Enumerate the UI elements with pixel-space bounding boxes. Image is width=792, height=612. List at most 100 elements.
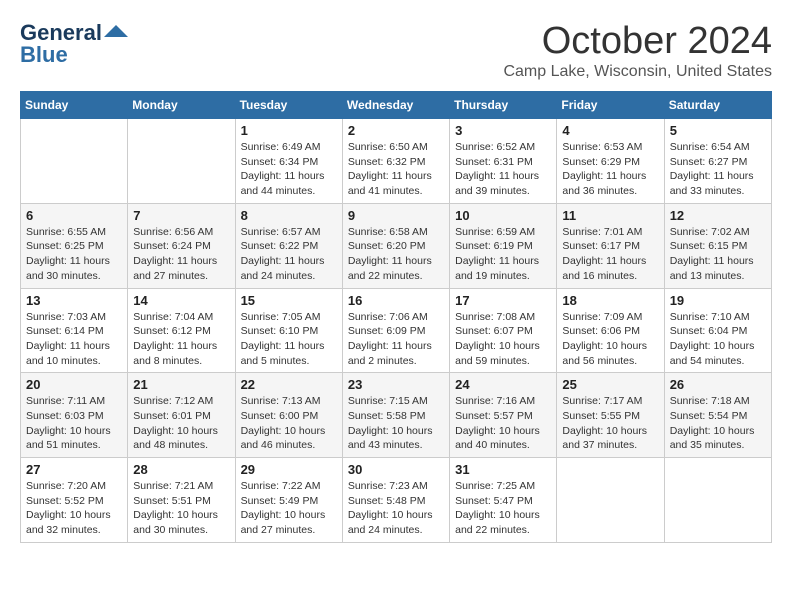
calendar-cell: 20 Sunrise: 7:11 AMSunset: 6:03 PMDayligh… bbox=[21, 373, 128, 458]
title-area: October 2024 Camp Lake, Wisconsin, Unite… bbox=[503, 20, 772, 81]
week-row-5: 27 Sunrise: 7:20 AMSunset: 5:52 PMDayligh… bbox=[21, 458, 772, 543]
calendar-cell: 17Sunrise: 7:08 AMSunset: 6:07 PMDayligh… bbox=[450, 288, 557, 373]
day-number: 18 bbox=[562, 293, 658, 308]
week-row-4: 20 Sunrise: 7:11 AMSunset: 6:03 PMDayligh… bbox=[21, 373, 772, 458]
day-number: 6 bbox=[26, 208, 122, 223]
day-info: Sunrise: 7:21 AMSunset: 5:51 PMDaylight:… bbox=[133, 479, 229, 538]
day-info: Sunrise: 7:23 AMSunset: 5:48 PMDaylight:… bbox=[348, 479, 444, 538]
day-number: 25 bbox=[562, 377, 658, 392]
page-header: General Blue October 2024 Camp Lake, Wis… bbox=[20, 20, 772, 81]
weekday-header-monday: Monday bbox=[128, 92, 235, 119]
calendar-cell: 3 Sunrise: 6:52 AMSunset: 6:31 PMDaylight… bbox=[450, 119, 557, 204]
week-row-1: 1 Sunrise: 6:49 AMSunset: 6:34 PMDaylight… bbox=[21, 119, 772, 204]
month-title: October 2024 bbox=[503, 20, 772, 63]
calendar-cell: 4 Sunrise: 6:53 AMSunset: 6:29 PMDaylight… bbox=[557, 119, 664, 204]
day-info: Sunrise: 6:58 AMSunset: 6:20 PMDaylight:… bbox=[348, 225, 444, 284]
day-info: Sunrise: 7:13 AMSunset: 6:00 PMDaylight:… bbox=[241, 394, 337, 453]
weekday-header-row: SundayMondayTuesdayWednesdayThursdayFrid… bbox=[21, 92, 772, 119]
calendar-cell: 31 Sunrise: 7:25 AMSunset: 5:47 PMDayligh… bbox=[450, 458, 557, 543]
logo-blue: Blue bbox=[20, 42, 68, 68]
day-info: Sunrise: 6:52 AMSunset: 6:31 PMDaylight:… bbox=[455, 140, 551, 199]
logo-arrow-icon bbox=[104, 23, 128, 39]
calendar-cell: 10 Sunrise: 6:59 AMSunset: 6:19 PMDayligh… bbox=[450, 203, 557, 288]
day-info: Sunrise: 7:04 AMSunset: 6:12 PMDaylight:… bbox=[133, 310, 229, 369]
day-number: 4 bbox=[562, 123, 658, 138]
day-info: Sunrise: 7:17 AMSunset: 5:55 PMDaylight:… bbox=[562, 394, 658, 453]
day-info: Sunrise: 7:08 AMSunset: 6:07 PMDaylight:… bbox=[455, 310, 551, 369]
calendar-cell: 13 Sunrise: 7:03 AMSunset: 6:14 PMDayligh… bbox=[21, 288, 128, 373]
day-number: 16 bbox=[348, 293, 444, 308]
day-number: 8 bbox=[241, 208, 337, 223]
day-info: Sunrise: 6:57 AMSunset: 6:22 PMDaylight:… bbox=[241, 225, 337, 284]
weekday-header-sunday: Sunday bbox=[21, 92, 128, 119]
calendar-cell bbox=[128, 119, 235, 204]
day-number: 31 bbox=[455, 462, 551, 477]
day-number: 15 bbox=[241, 293, 337, 308]
day-info: Sunrise: 6:54 AMSunset: 6:27 PMDaylight:… bbox=[670, 140, 766, 199]
day-number: 24 bbox=[455, 377, 551, 392]
day-number: 14 bbox=[133, 293, 229, 308]
day-number: 28 bbox=[133, 462, 229, 477]
day-number: 26 bbox=[670, 377, 766, 392]
day-number: 11 bbox=[562, 208, 658, 223]
day-number: 27 bbox=[26, 462, 122, 477]
location-title: Camp Lake, Wisconsin, United States bbox=[503, 63, 772, 81]
day-info: Sunrise: 6:59 AMSunset: 6:19 PMDaylight:… bbox=[455, 225, 551, 284]
day-number: 12 bbox=[670, 208, 766, 223]
day-number: 13 bbox=[26, 293, 122, 308]
calendar-cell: 18Sunrise: 7:09 AMSunset: 6:06 PMDayligh… bbox=[557, 288, 664, 373]
weekday-header-wednesday: Wednesday bbox=[342, 92, 449, 119]
day-info: Sunrise: 6:56 AMSunset: 6:24 PMDaylight:… bbox=[133, 225, 229, 284]
calendar-cell: 2 Sunrise: 6:50 AMSunset: 6:32 PMDaylight… bbox=[342, 119, 449, 204]
calendar-cell: 12Sunrise: 7:02 AMSunset: 6:15 PMDayligh… bbox=[664, 203, 771, 288]
day-number: 3 bbox=[455, 123, 551, 138]
day-info: Sunrise: 6:55 AMSunset: 6:25 PMDaylight:… bbox=[26, 225, 122, 284]
calendar-cell: 22 Sunrise: 7:13 AMSunset: 6:00 PMDayligh… bbox=[235, 373, 342, 458]
calendar-cell: 9 Sunrise: 6:58 AMSunset: 6:20 PMDaylight… bbox=[342, 203, 449, 288]
calendar-cell: 21 Sunrise: 7:12 AMSunset: 6:01 PMDayligh… bbox=[128, 373, 235, 458]
logo: General Blue bbox=[20, 20, 128, 68]
day-info: Sunrise: 7:03 AMSunset: 6:14 PMDaylight:… bbox=[26, 310, 122, 369]
calendar-cell: 26Sunrise: 7:18 AMSunset: 5:54 PMDayligh… bbox=[664, 373, 771, 458]
day-number: 2 bbox=[348, 123, 444, 138]
calendar-cell bbox=[21, 119, 128, 204]
calendar-cell: 7 Sunrise: 6:56 AMSunset: 6:24 PMDaylight… bbox=[128, 203, 235, 288]
day-info: Sunrise: 7:06 AMSunset: 6:09 PMDaylight:… bbox=[348, 310, 444, 369]
calendar-cell: 6 Sunrise: 6:55 AMSunset: 6:25 PMDaylight… bbox=[21, 203, 128, 288]
weekday-header-thursday: Thursday bbox=[450, 92, 557, 119]
day-number: 9 bbox=[348, 208, 444, 223]
day-number: 7 bbox=[133, 208, 229, 223]
day-info: Sunrise: 7:12 AMSunset: 6:01 PMDaylight:… bbox=[133, 394, 229, 453]
day-info: Sunrise: 6:53 AMSunset: 6:29 PMDaylight:… bbox=[562, 140, 658, 199]
day-info: Sunrise: 7:11 AMSunset: 6:03 PMDaylight:… bbox=[26, 394, 122, 453]
day-number: 5 bbox=[670, 123, 766, 138]
calendar-cell: 29Sunrise: 7:22 AMSunset: 5:49 PMDayligh… bbox=[235, 458, 342, 543]
day-info: Sunrise: 6:50 AMSunset: 6:32 PMDaylight:… bbox=[348, 140, 444, 199]
weekday-header-friday: Friday bbox=[557, 92, 664, 119]
calendar-cell: 1 Sunrise: 6:49 AMSunset: 6:34 PMDaylight… bbox=[235, 119, 342, 204]
calendar-cell: 24 Sunrise: 7:16 AMSunset: 5:57 PMDayligh… bbox=[450, 373, 557, 458]
calendar-table: SundayMondayTuesdayWednesdayThursdayFrid… bbox=[20, 91, 772, 543]
day-info: Sunrise: 7:16 AMSunset: 5:57 PMDaylight:… bbox=[455, 394, 551, 453]
calendar-cell: 16 Sunrise: 7:06 AMSunset: 6:09 PMDayligh… bbox=[342, 288, 449, 373]
calendar-cell: 8 Sunrise: 6:57 AMSunset: 6:22 PMDaylight… bbox=[235, 203, 342, 288]
day-number: 22 bbox=[241, 377, 337, 392]
calendar-cell: 11 Sunrise: 7:01 AMSunset: 6:17 PMDayligh… bbox=[557, 203, 664, 288]
calendar-cell bbox=[664, 458, 771, 543]
day-info: Sunrise: 6:49 AMSunset: 6:34 PMDaylight:… bbox=[241, 140, 337, 199]
calendar-cell: 30Sunrise: 7:23 AMSunset: 5:48 PMDayligh… bbox=[342, 458, 449, 543]
day-number: 10 bbox=[455, 208, 551, 223]
day-info: Sunrise: 7:20 AMSunset: 5:52 PMDaylight:… bbox=[26, 479, 122, 538]
day-number: 20 bbox=[26, 377, 122, 392]
day-number: 1 bbox=[241, 123, 337, 138]
day-info: Sunrise: 7:25 AMSunset: 5:47 PMDaylight:… bbox=[455, 479, 551, 538]
day-info: Sunrise: 7:01 AMSunset: 6:17 PMDaylight:… bbox=[562, 225, 658, 284]
day-number: 19 bbox=[670, 293, 766, 308]
week-row-2: 6 Sunrise: 6:55 AMSunset: 6:25 PMDaylight… bbox=[21, 203, 772, 288]
calendar-cell: 25 Sunrise: 7:17 AMSunset: 5:55 PMDayligh… bbox=[557, 373, 664, 458]
day-number: 21 bbox=[133, 377, 229, 392]
calendar-cell: 15 Sunrise: 7:05 AMSunset: 6:10 PMDayligh… bbox=[235, 288, 342, 373]
calendar-cell: 14 Sunrise: 7:04 AMSunset: 6:12 PMDayligh… bbox=[128, 288, 235, 373]
day-info: Sunrise: 7:05 AMSunset: 6:10 PMDaylight:… bbox=[241, 310, 337, 369]
week-row-3: 13 Sunrise: 7:03 AMSunset: 6:14 PMDayligh… bbox=[21, 288, 772, 373]
